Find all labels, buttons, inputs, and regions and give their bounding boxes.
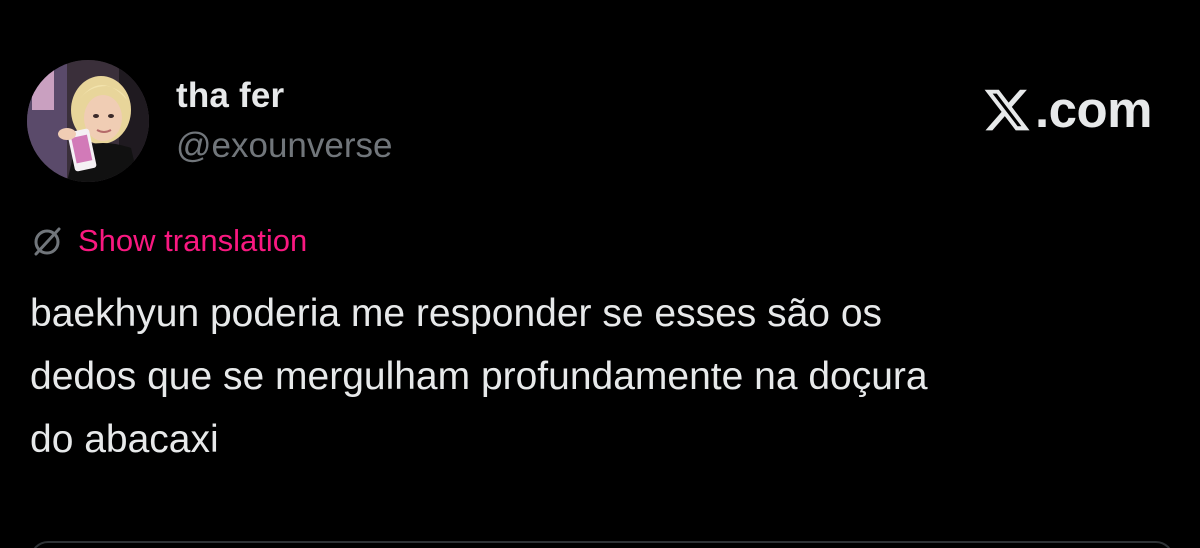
- profile-photo-icon: [27, 60, 149, 182]
- translate-icon: [34, 227, 61, 256]
- show-translation-button[interactable]: Show translation: [30, 223, 307, 259]
- display-name[interactable]: tha fer: [176, 76, 284, 116]
- brand-domain: .com: [1034, 81, 1153, 138]
- avatar[interactable]: [27, 60, 149, 182]
- brand-watermark: .com: [981, 80, 1153, 139]
- x-logo-icon: [984, 89, 1030, 130]
- tweet-text-line: dedos que se mergulham profundamente na …: [30, 355, 928, 398]
- user-handle[interactable]: @exounverse: [176, 126, 392, 166]
- show-translation-label[interactable]: Show translation: [78, 223, 307, 259]
- tweet-text: baekhyun poderia me responder se esses s…: [30, 282, 1160, 471]
- media-card-edge: [30, 541, 1174, 548]
- tweet-text-line: baekhyun poderia me responder se esses s…: [30, 292, 883, 335]
- tweet-text-line: do abacaxi: [30, 418, 219, 461]
- tweet-card: tha fer @exounverse .com Show translatio…: [0, 0, 1200, 548]
